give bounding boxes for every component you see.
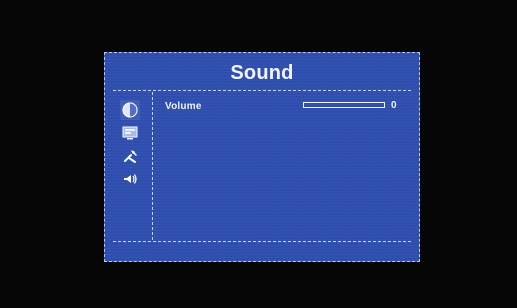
tab-display[interactable] xyxy=(120,123,140,143)
menu-tabs xyxy=(120,100,146,192)
title-divider xyxy=(113,90,411,91)
volume-setting-row[interactable]: Volume 0 xyxy=(165,99,403,113)
menu-divider xyxy=(152,92,153,240)
display-icon xyxy=(121,124,139,142)
tools-icon xyxy=(121,147,139,165)
volume-value: 0 xyxy=(391,100,397,111)
volume-label: Volume xyxy=(165,100,202,112)
tab-tools[interactable] xyxy=(120,146,140,166)
picture-icon xyxy=(121,101,139,119)
tab-sound[interactable] xyxy=(120,169,140,189)
audio-speaker-icon xyxy=(121,170,139,188)
sound-menu-panel: Sound Volume 0 xyxy=(104,52,420,262)
bottom-divider xyxy=(113,241,411,242)
tab-picture[interactable] xyxy=(120,100,140,120)
screen-background: Sound Volume 0 xyxy=(0,0,517,308)
page-title: Sound xyxy=(230,62,294,84)
volume-slider[interactable] xyxy=(303,102,385,108)
